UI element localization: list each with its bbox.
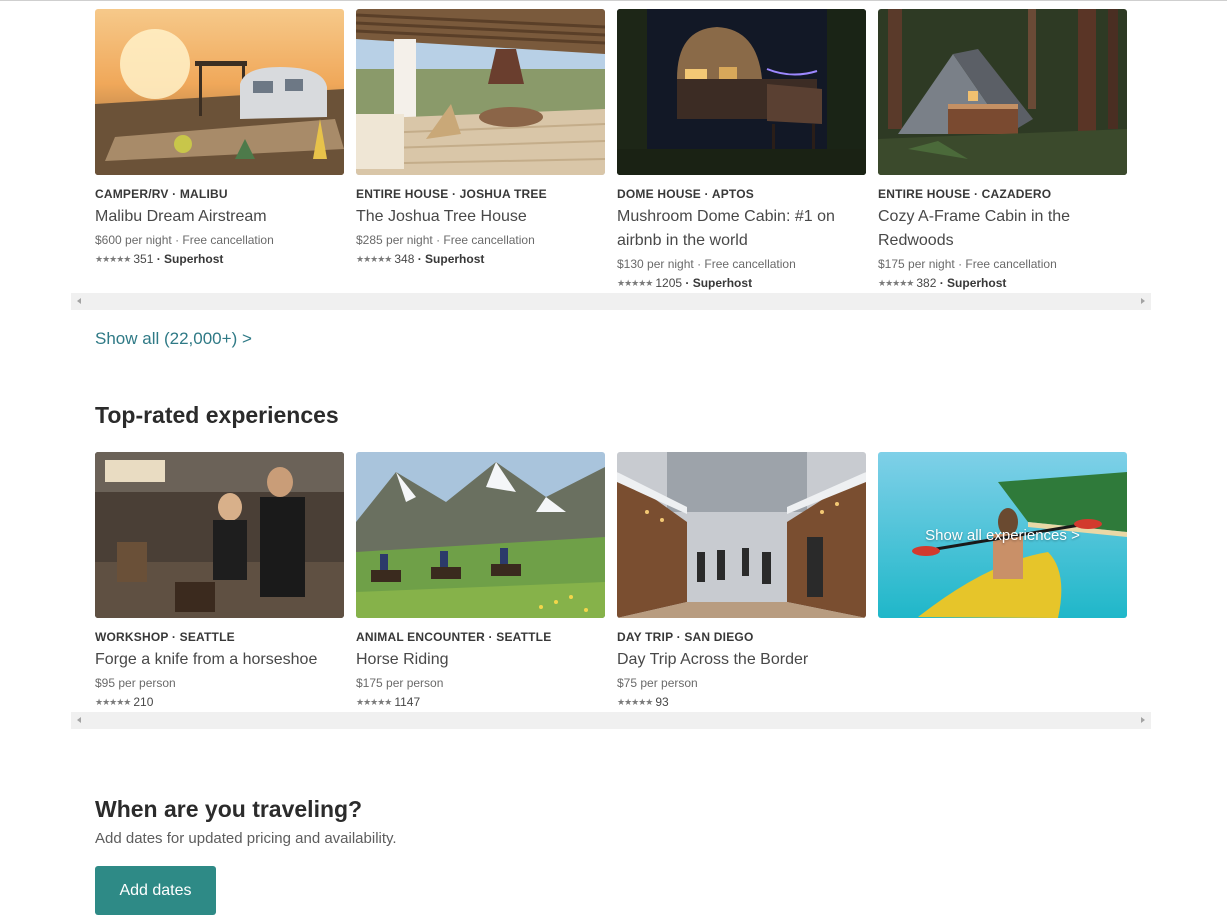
- homes-carousel: CAMPER/RV · MALIBU Malibu Dream Airstrea…: [95, 9, 1127, 292]
- experience-title[interactable]: Day Trip Across the Border: [617, 648, 866, 672]
- show-all-experiences-link[interactable]: Show all experiences >: [878, 452, 1127, 618]
- star-rating-icon: ★★★★★: [356, 697, 392, 707]
- listing-kicker: ENTIRE HOUSE · JOSHUA TREE: [356, 187, 547, 201]
- scroll-left-arrow-icon[interactable]: [77, 298, 81, 304]
- experience-title[interactable]: Horse Riding: [356, 648, 605, 672]
- experience-rating: ★★★★★ 93: [617, 694, 866, 711]
- traveling-heading: When are you traveling?: [95, 796, 363, 822]
- experience-photo-kayak[interactable]: Show all experiences >: [878, 452, 1127, 618]
- experience-price: $75 per person: [617, 676, 698, 690]
- experience-rating: ★★★★★ 1147: [356, 694, 605, 711]
- superhost-badge: · Superhost: [939, 276, 1007, 290]
- experience-card[interactable]: ANIMAL ENCOUNTER · SEATTLE Horse Riding …: [356, 452, 605, 711]
- listing-title[interactable]: Malibu Dream Airstream: [95, 205, 344, 229]
- experience-kicker: WORKSHOP · SEATTLE: [95, 630, 235, 644]
- listing-price: $285 per night · Free cancellation: [356, 233, 535, 247]
- superhost-badge: · Superhost: [156, 252, 224, 266]
- add-dates-button[interactable]: Add dates: [95, 866, 216, 915]
- star-rating-icon: ★★★★★: [356, 254, 392, 264]
- scroll-left-arrow-icon[interactable]: [77, 717, 81, 723]
- superhost-badge: · Superhost: [685, 276, 753, 290]
- review-count: 1205: [655, 276, 683, 290]
- experience-card[interactable]: WORKSHOP · SEATTLE Forge a knife from a …: [95, 452, 344, 711]
- listing-price: $130 per night · Free cancellation: [617, 257, 796, 271]
- star-rating-icon: ★★★★★: [878, 278, 914, 288]
- show-all-homes-link[interactable]: Show all (22,000+) >: [95, 328, 252, 350]
- experience-photo-horse-riding[interactable]: [356, 452, 605, 618]
- listing-photo-mushroom-dome[interactable]: [617, 9, 866, 175]
- star-rating-icon: ★★★★★: [95, 697, 131, 707]
- listing-card[interactable]: ENTIRE HOUSE · JOSHUA TREE The Joshua Tr…: [356, 9, 605, 292]
- experience-rating: ★★★★★ 210: [95, 694, 344, 711]
- experiences-heading: Top-rated experiences: [95, 402, 339, 428]
- star-rating-icon: ★★★★★: [617, 278, 653, 288]
- homes-horizontal-scrollbar[interactable]: [71, 293, 1151, 310]
- review-count: 348: [394, 252, 415, 266]
- listing-price: $600 per night · Free cancellation: [95, 233, 274, 247]
- experience-photo-market[interactable]: [617, 452, 866, 618]
- review-count: 382: [916, 276, 937, 290]
- listing-photo-airstream[interactable]: [95, 9, 344, 175]
- review-count: 93: [655, 695, 669, 709]
- listing-photo-a-frame[interactable]: [878, 9, 1127, 175]
- listing-kicker: CAMPER/RV · MALIBU: [95, 187, 228, 201]
- experience-kicker: DAY TRIP · SAN DIEGO: [617, 630, 754, 644]
- show-all-experiences-card[interactable]: Show all experiences >: [878, 452, 1127, 711]
- experience-price: $95 per person: [95, 676, 176, 690]
- experience-card[interactable]: DAY TRIP · SAN DIEGO Day Trip Across the…: [617, 452, 866, 711]
- experience-title[interactable]: Forge a knife from a horseshoe: [95, 648, 344, 672]
- listing-rating: ★★★★★ 382 · Superhost: [878, 275, 1127, 292]
- review-count: 210: [133, 695, 154, 709]
- listing-price: $175 per night · Free cancellation: [878, 257, 1057, 271]
- listing-title[interactable]: Cozy A-Frame Cabin in the Redwoods: [878, 205, 1127, 253]
- listing-title[interactable]: The Joshua Tree House: [356, 205, 605, 229]
- star-rating-icon: ★★★★★: [95, 254, 131, 264]
- top-divider: [0, 0, 1227, 1]
- superhost-badge: · Superhost: [417, 252, 485, 266]
- experience-price: $175 per person: [356, 676, 444, 690]
- experience-photo-forge[interactable]: [95, 452, 344, 618]
- review-count: 1147: [394, 695, 421, 709]
- listing-card[interactable]: ENTIRE HOUSE · CAZADERO Cozy A-Frame Cab…: [878, 9, 1127, 292]
- listing-rating: ★★★★★ 351 · Superhost: [95, 251, 344, 268]
- traveling-subtext: Add dates for updated pricing and availa…: [95, 830, 397, 847]
- experiences-horizontal-scrollbar[interactable]: [71, 712, 1151, 729]
- listing-rating: ★★★★★ 1205 · Superhost: [617, 275, 866, 292]
- listing-kicker: ENTIRE HOUSE · CAZADERO: [878, 187, 1052, 201]
- listing-title[interactable]: Mushroom Dome Cabin: #1 on airbnb in the…: [617, 205, 866, 253]
- listing-photo-joshua-tree[interactable]: [356, 9, 605, 175]
- listing-card[interactable]: CAMPER/RV · MALIBU Malibu Dream Airstrea…: [95, 9, 344, 292]
- listing-card[interactable]: DOME HOUSE · APTOS Mushroom Dome Cabin: …: [617, 9, 866, 292]
- experience-kicker: ANIMAL ENCOUNTER · SEATTLE: [356, 630, 552, 644]
- listing-kicker: DOME HOUSE · APTOS: [617, 187, 754, 201]
- scroll-right-arrow-icon[interactable]: [1141, 717, 1145, 723]
- experiences-carousel: WORKSHOP · SEATTLE Forge a knife from a …: [95, 452, 1127, 711]
- review-count: 351: [133, 252, 154, 266]
- listing-rating: ★★★★★ 348 · Superhost: [356, 251, 605, 268]
- scroll-right-arrow-icon[interactable]: [1141, 298, 1145, 304]
- star-rating-icon: ★★★★★: [617, 697, 653, 707]
